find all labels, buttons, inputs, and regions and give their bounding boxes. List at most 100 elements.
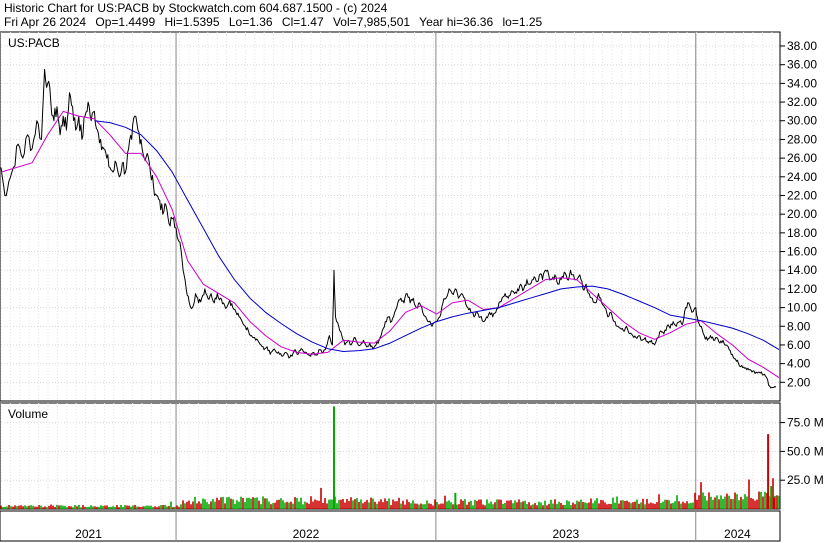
volume-bar [480, 499, 482, 509]
price-tick-label: 28.00 [787, 132, 817, 146]
volume-axis: 75.0 M 50.0 M 25.0 M [780, 416, 824, 487]
volume-label: Volume [8, 407, 48, 421]
volume-bar [670, 503, 672, 509]
volume-bar [104, 505, 106, 509]
volume-bar [66, 507, 68, 509]
volume-bar [648, 503, 650, 509]
volume-bar [412, 500, 414, 509]
volume-bar [614, 502, 616, 509]
volume-bar [76, 506, 78, 509]
volume-bar [298, 501, 300, 509]
volume-bar [554, 499, 556, 509]
volume-bar [100, 505, 102, 509]
volume-bar [96, 506, 98, 509]
volume-bar [650, 502, 652, 509]
volume-bar [668, 500, 670, 509]
volume-bar [114, 506, 116, 509]
volume-bar [50, 504, 52, 509]
volume-bar [68, 505, 70, 509]
volume-bar [490, 501, 492, 509]
volume-bar [360, 499, 362, 509]
volume-bar [136, 506, 138, 509]
volume-bar [558, 501, 560, 509]
volume-bar [426, 500, 428, 509]
volume-bar [540, 502, 542, 509]
volume-bar [94, 506, 96, 509]
volume-bar [468, 501, 470, 509]
volume-bar [168, 505, 170, 509]
volume-bar [328, 499, 330, 509]
volume-bar [110, 506, 112, 509]
volume-bar [146, 505, 148, 509]
volume-bar [384, 498, 386, 509]
volume-bar [28, 505, 30, 509]
volume-bar [206, 502, 208, 509]
volume-bar [502, 503, 504, 509]
volume-bar [242, 497, 244, 509]
volume-bar [234, 503, 236, 509]
volume-bar [90, 505, 92, 509]
volume-bar [496, 499, 498, 509]
price-tick-label: 30.00 [787, 114, 817, 128]
volume-bar [322, 502, 324, 509]
volume-bar [620, 500, 622, 509]
volume-bar [208, 504, 210, 509]
volume-bar [200, 503, 202, 509]
volume-bar [162, 505, 164, 509]
volume-bar [380, 499, 382, 509]
volume-bar [92, 506, 94, 509]
volume-bar [778, 495, 780, 509]
volume-bar [172, 507, 174, 509]
volume-bar [414, 503, 416, 509]
volume-bar [392, 499, 394, 509]
volume-bar [646, 499, 648, 509]
volume-bar [24, 505, 26, 509]
volume-bar [518, 499, 520, 509]
volume-bar [278, 499, 280, 509]
volume-bar [652, 503, 654, 509]
volume-bar [664, 499, 666, 509]
volume-bar [260, 504, 262, 509]
volume-bar [456, 504, 458, 509]
volume-bar [742, 499, 744, 509]
price-axis: 38.00 36.00 34.00 32.00 30.00 28.00 26.00 24.00… [780, 39, 817, 389]
volume-bar [280, 498, 282, 509]
year-label: 2021 [75, 527, 102, 541]
volume-bar [434, 499, 436, 509]
volume-bar [584, 502, 586, 509]
volume-bar [466, 504, 468, 509]
volume-bar [592, 503, 594, 509]
volume-bar [62, 505, 64, 509]
volume-bar [630, 503, 632, 509]
volume-bar [112, 506, 114, 509]
volume-bar [44, 506, 46, 509]
volume-bar [424, 504, 426, 509]
volume-bar [160, 505, 162, 509]
volume-bar [526, 504, 528, 509]
volume-bar [22, 506, 24, 509]
price-tick-label: 8.00 [787, 319, 811, 333]
volume-bar [394, 501, 396, 509]
volume-bar [462, 500, 464, 509]
volume-bar [98, 506, 100, 509]
volume-bar [522, 501, 524, 509]
volume-bar [314, 499, 316, 509]
volume-bar [4, 506, 6, 509]
volume-bar [158, 506, 160, 509]
volume-bar [350, 497, 352, 509]
year-label: 2023 [552, 527, 579, 541]
volume-bar [596, 498, 598, 509]
volume-bar [276, 500, 278, 509]
volume-bar [656, 502, 658, 509]
volume-bar [560, 502, 562, 509]
volume-bar [736, 494, 738, 509]
volume-bar [52, 505, 54, 509]
volume-bar [486, 499, 488, 509]
volume-bar [626, 500, 628, 509]
volume-panel [0, 402, 781, 510]
volume-bar [250, 498, 252, 509]
volume-bar [422, 504, 424, 509]
volume-bar [612, 497, 614, 509]
volume-bar [130, 506, 132, 509]
volume-bar [190, 504, 192, 509]
